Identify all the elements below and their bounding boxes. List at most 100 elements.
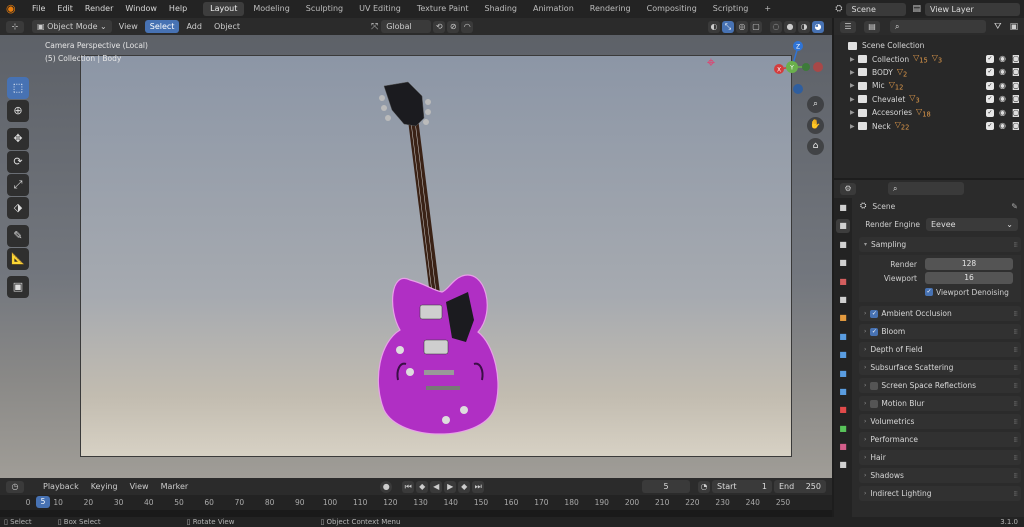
measure-icon[interactable]: 📐: [7, 248, 29, 270]
eye-icon[interactable]: ◉: [999, 68, 1007, 76]
menu-render[interactable]: Render: [79, 0, 119, 18]
filter-icon[interactable]: ⛛: [994, 22, 1002, 32]
properties-tab-icon[interactable]: ■: [836, 293, 850, 307]
menu-keying[interactable]: Keying: [86, 480, 123, 493]
expand-arrow-icon[interactable]: ▶: [850, 123, 858, 130]
tab-modeling[interactable]: Modeling: [246, 2, 296, 16]
clock-icon[interactable]: ◔: [698, 480, 710, 493]
editor-type-icon[interactable]: ⊹: [6, 20, 24, 33]
properties-tab-icon[interactable]: ■: [836, 238, 850, 252]
camera-render-icon[interactable]: ◙: [1012, 81, 1020, 90]
exclude-checkbox[interactable]: ✓: [986, 108, 994, 117]
outliner-row[interactable]: ▶ Accesories ▽18 ✓ ◉ ◙: [834, 106, 1024, 119]
properties-tab-icon[interactable]: ■: [836, 348, 850, 362]
visibility-icon[interactable]: ◐: [708, 20, 720, 33]
render-samples-field[interactable]: 128: [925, 258, 1013, 270]
menu-select[interactable]: Select: [144, 20, 180, 33]
menu-window[interactable]: Window: [119, 0, 163, 18]
add-workspace-button[interactable]: +: [757, 2, 778, 16]
blender-logo-icon[interactable]: ◉: [6, 2, 20, 16]
orientation-icon[interactable]: ⤧: [371, 22, 378, 32]
view-layer-selector[interactable]: View Layer: [925, 2, 1020, 16]
start-frame-field[interactable]: Start 1: [712, 480, 772, 493]
render-panel[interactable]: › Depth of Field ⁞⁞⁞: [859, 342, 1021, 357]
menu-object[interactable]: Object: [209, 20, 245, 33]
expand-arrow-icon[interactable]: ▶: [850, 96, 858, 103]
object-mode-dropdown[interactable]: ▣ Object Mode ⌄: [32, 20, 112, 33]
exclude-checkbox[interactable]: ✓: [986, 95, 994, 104]
tab-rendering[interactable]: Rendering: [583, 2, 638, 16]
play-icon[interactable]: ▶: [444, 480, 457, 493]
tab-texture-paint[interactable]: Texture Paint: [410, 2, 476, 16]
eye-icon[interactable]: ◉: [999, 95, 1007, 103]
drag-handle-icon[interactable]: ⁞⁞⁞: [1013, 490, 1018, 498]
outliner-row[interactable]: ▶ BODY ▽2 ✓ ◉ ◙: [834, 66, 1024, 79]
render-panel[interactable]: › Motion Blur ⁞⁞⁞: [859, 396, 1021, 411]
outliner-row[interactable]: ▶ Mic ▽12 ✓ ◉ ◙: [834, 79, 1024, 92]
rotate-icon[interactable]: ⟳: [7, 151, 29, 173]
tab-uv-editing[interactable]: UV Editing: [352, 2, 408, 16]
eye-icon[interactable]: ◉: [999, 81, 1007, 90]
outliner-search-input[interactable]: ⌕: [890, 20, 986, 33]
drag-handle-icon[interactable]: ⁞⁞⁞: [1013, 310, 1018, 318]
exclude-checkbox[interactable]: ✓: [986, 68, 994, 77]
render-panel[interactable]: › ✓ Bloom ⁞⁞⁞: [859, 324, 1021, 339]
menu-file[interactable]: File: [26, 0, 51, 18]
properties-tab-icon[interactable]: ■: [836, 275, 850, 289]
snap-icon[interactable]: ⊘: [447, 20, 460, 33]
properties-tab-icon[interactable]: ■: [836, 367, 850, 381]
drag-handle-icon[interactable]: ⁞⁞⁞: [1013, 328, 1018, 336]
view-layer-icon[interactable]: ▤: [912, 4, 921, 14]
drag-handle-icon[interactable]: ⁞⁞⁞: [1013, 454, 1018, 462]
timeline-track[interactable]: [0, 510, 832, 517]
properties-tab-icon[interactable]: ■: [836, 311, 850, 325]
render-panel[interactable]: › Volumetrics ⁞⁞⁞: [859, 414, 1021, 429]
tab-shading[interactable]: Shading: [477, 2, 524, 16]
drag-handle-icon[interactable]: ⁞⁞⁞: [1013, 400, 1018, 408]
jump-start-icon[interactable]: ⏮: [402, 480, 415, 493]
end-frame-field[interactable]: End 250: [774, 480, 826, 493]
drag-handle-icon[interactable]: ⁞⁞⁞: [1013, 241, 1018, 249]
eye-icon[interactable]: ◉: [999, 108, 1007, 117]
panel-checkbox[interactable]: ✓: [870, 327, 879, 336]
move-icon[interactable]: ✥: [7, 128, 29, 150]
menu-marker[interactable]: Marker: [156, 480, 194, 493]
properties-tab-icon[interactable]: ■: [836, 330, 850, 344]
scene-collection-row[interactable]: Scene Collection: [834, 39, 1024, 52]
cursor-icon[interactable]: ⊕: [7, 100, 29, 122]
render-panel[interactable]: › Subsurface Scattering ⁞⁞⁞: [859, 360, 1021, 375]
exclude-checkbox[interactable]: ✓: [986, 81, 994, 90]
add-cube-icon[interactable]: ▣: [7, 276, 29, 298]
properties-tab-icon[interactable]: ■: [836, 440, 850, 454]
properties-tab-icon[interactable]: ■: [836, 385, 850, 399]
render-panel[interactable]: › Screen Space Reflections ⁞⁞⁞: [859, 378, 1021, 393]
expand-arrow-icon[interactable]: ▶: [850, 69, 858, 76]
overlay-icon[interactable]: ◎: [736, 20, 748, 33]
proportional-edit-icon[interactable]: ◠: [461, 20, 474, 33]
properties-tab-icon[interactable]: ■: [836, 458, 850, 472]
camera-render-icon[interactable]: ◙: [1012, 55, 1020, 63]
guitar-model[interactable]: [370, 80, 510, 440]
playhead[interactable]: 5: [36, 496, 50, 508]
eye-icon[interactable]: ◉: [999, 122, 1007, 130]
render-panel[interactable]: › Indirect Lighting ⁞⁞⁞: [859, 486, 1021, 501]
properties-tab-icon[interactable]: ■: [836, 219, 850, 234]
annotate-icon[interactable]: ✎: [7, 225, 29, 247]
gizmo-toggle-icon[interactable]: ⤡: [722, 20, 734, 33]
properties-editor-icon[interactable]: ⚙: [840, 182, 856, 195]
sampling-panel[interactable]: ▾ Sampling ⁞⁞⁞: [859, 237, 1021, 252]
render-panel[interactable]: › Hair ⁞⁞⁞: [859, 450, 1021, 465]
outliner-editor-icon[interactable]: ☰: [840, 20, 856, 33]
tab-animation[interactable]: Animation: [526, 2, 581, 16]
pin-icon[interactable]: ✎: [1011, 202, 1018, 211]
properties-tab-icon[interactable]: ■: [836, 201, 850, 215]
viewport-samples-field[interactable]: 16: [925, 272, 1013, 284]
render-engine-dropdown[interactable]: Eevee ⌄: [926, 217, 1018, 231]
properties-tab-icon[interactable]: ■: [836, 403, 850, 417]
panel-checkbox[interactable]: [870, 399, 879, 408]
properties-search-input[interactable]: ⌕: [888, 182, 964, 195]
menu-playback[interactable]: Playback: [38, 480, 84, 493]
drag-handle-icon[interactable]: ⁞⁞⁞: [1013, 472, 1018, 480]
select-box-icon[interactable]: ⬚: [7, 77, 29, 99]
drag-handle-icon[interactable]: ⁞⁞⁞: [1013, 436, 1018, 444]
